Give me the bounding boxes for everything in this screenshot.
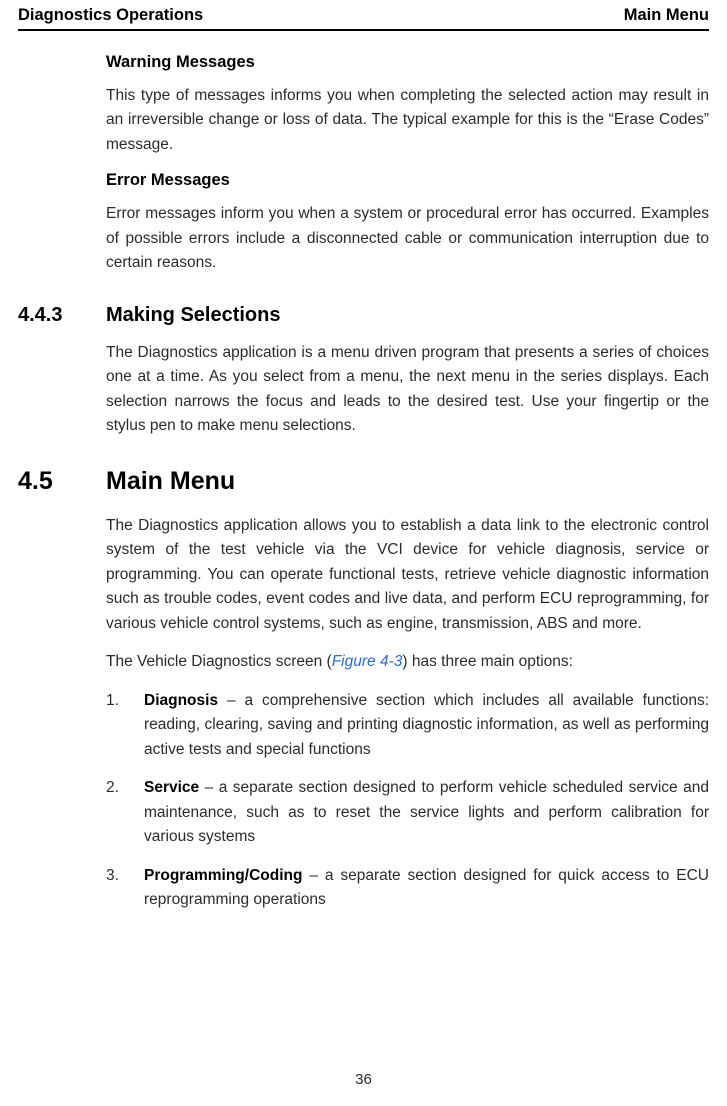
list-bold-diagnosis: Diagnosis [144,692,218,709]
list-num-2: 2. [106,776,144,849]
header-left: Diagnostics Operations [18,6,203,25]
heading-num-443: 4.4.3 [18,304,106,327]
list-num-1: 1. [106,689,144,762]
figure-xref[interactable]: Figure 4-3 [332,653,403,670]
list-body-3: Programming/Coding – a separate section … [144,864,709,913]
list-bold-service: Service [144,779,199,796]
list-item: 2. Service – a separate section designed… [106,776,709,849]
para-main-menu-intro: The Diagnostics application allows you t… [106,514,709,636]
para-xref-line: The Vehicle Diagnostics screen (Figure 4… [106,650,709,674]
heading-main-menu: 4.5 Main Menu [18,467,709,496]
para-error-body: Error messages inform you when a system … [106,202,709,275]
heading-num-45: 4.5 [18,467,106,496]
heading-error-messages: Error Messages [106,171,709,190]
heading-title-making-selections: Making Selections [106,304,281,327]
heading-warning-messages: Warning Messages [106,53,709,72]
list-body-2: Service – a separate section designed to… [144,776,709,849]
list-rest-2: – a separate section designed to perform… [144,779,709,845]
para-making-selections-body: The Diagnostics application is a menu dr… [106,341,709,439]
heading-title-main-menu: Main Menu [106,467,235,496]
page-content: Warning Messages This type of messages i… [18,53,709,913]
heading-making-selections: 4.4.3 Making Selections [18,304,709,327]
list-bold-programming: Programming/Coding [144,867,302,884]
page-number: 36 [0,1071,727,1088]
list-item: 3. Programming/Coding – a separate secti… [106,864,709,913]
header-right: Main Menu [624,6,709,25]
list-num-3: 3. [106,864,144,913]
page-header: Diagnostics Operations Main Menu [18,0,709,31]
xref-pre: The Vehicle Diagnostics screen ( [106,653,332,670]
list-body-1: Diagnosis – a comprehensive section whic… [144,689,709,762]
xref-post: ) has three main options: [402,653,573,670]
list-item: 1. Diagnosis – a comprehensive section w… [106,689,709,762]
para-warning-body: This type of messages informs you when c… [106,84,709,157]
list-rest-1: – a comprehensive section which includes… [144,692,709,758]
